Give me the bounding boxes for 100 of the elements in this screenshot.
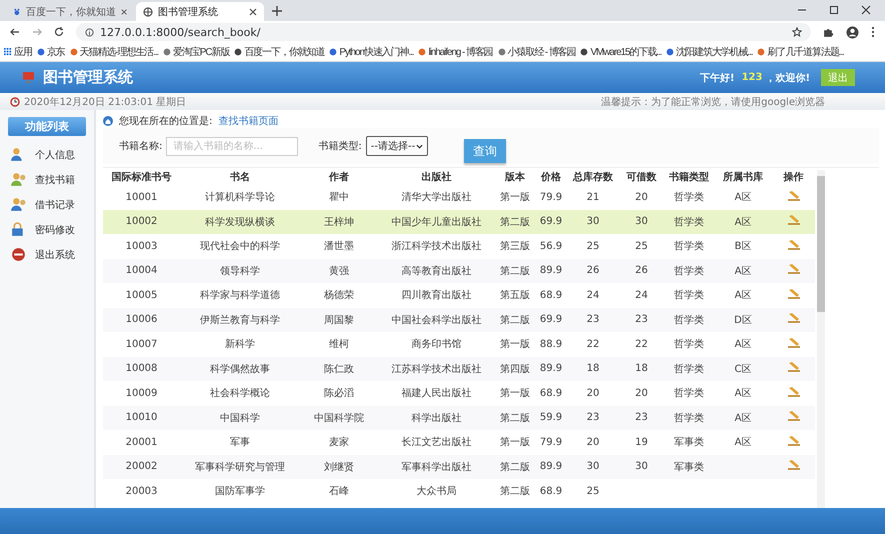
- browser-tab[interactable]: 图书管理系统: [136, 2, 264, 21]
- back-icon[interactable]: [10, 27, 20, 37]
- column-header: 价格: [540, 170, 562, 184]
- table-cell: 麦家: [329, 437, 349, 448]
- bookmark[interactable]: Python快速入门神...: [329, 45, 414, 59]
- sidebar-item[interactable]: 查找书籍: [0, 167, 94, 192]
- breadcrumb-label: 您现在所在的位置是:: [119, 114, 212, 128]
- datetime-text: 2020年12月20日 21:03:01 星期日: [24, 96, 186, 108]
- table-cell: A区: [734, 192, 752, 204]
- table-cell: 高等教育出版社: [402, 266, 472, 277]
- forward-icon[interactable]: [32, 27, 42, 37]
- reload-icon[interactable]: [54, 27, 64, 37]
- table-cell: 21: [586, 192, 600, 203]
- bookmark[interactable]: linhaifeng - 博客园: [418, 45, 493, 59]
- table-cell: A区: [734, 266, 752, 277]
- account-icon[interactable]: [846, 26, 859, 38]
- pencil-icon[interactable]: [786, 361, 800, 374]
- bookmark[interactable]: 刷了几千道算法题...: [757, 45, 844, 59]
- table-cell: 89.9: [540, 265, 562, 276]
- table-cell: 第二版: [500, 314, 530, 326]
- browser-tab[interactable]: 百度一下，你就知道: [6, 2, 134, 21]
- bookmark[interactable]: 天猫精选-理想生活...: [70, 45, 158, 59]
- table-cell: 哲学类: [674, 388, 704, 400]
- close-icon[interactable]: [861, 5, 871, 15]
- table-cell: 哲学类: [674, 216, 704, 228]
- sidebar-item[interactable]: 退出系统: [0, 242, 94, 267]
- pencil-icon[interactable]: [786, 312, 800, 324]
- table-cell: 哲学类: [674, 339, 704, 350]
- table-row[interactable]: 10006 伊斯兰教育与科学 周国黎 中国社会科学出版社 第二版 69.9 23 23 哲学类 D区: [103, 308, 815, 332]
- table-cell: 第一版: [500, 339, 530, 350]
- menu-icon[interactable]: [871, 26, 875, 38]
- paw-icon: [13, 6, 21, 16]
- bookmark[interactable]: 百度一下，你就知道: [234, 45, 324, 59]
- table-cell: 国防军事学: [215, 486, 265, 498]
- table-row[interactable]: 10009 社会科学概论 陈必滔 福建人民出版社 第一版 68.9 20 20 哲学类 A区: [103, 381, 815, 406]
- table-cell: 25: [586, 486, 600, 497]
- new-tab-icon[interactable]: [272, 6, 282, 16]
- column-header: 国际标准书号: [110, 170, 172, 184]
- pencil-icon[interactable]: [786, 459, 800, 472]
- table-cell: 军事科学研究与管理: [195, 462, 285, 473]
- bookmark[interactable]: VMware15的下载...: [580, 45, 662, 59]
- pencil-icon[interactable]: [786, 263, 800, 276]
- close-icon[interactable]: [120, 8, 127, 16]
- table-cell: 军事类: [674, 437, 704, 448]
- pencil-icon[interactable]: [786, 214, 800, 226]
- pencil-icon[interactable]: [786, 386, 800, 398]
- sidebar-item[interactable]: 个人信息: [0, 142, 94, 167]
- table-cell: 89.9: [540, 363, 562, 374]
- table-cell: 第四版: [500, 364, 530, 375]
- table-cell: 23: [635, 412, 648, 424]
- breadcrumb-link[interactable]: 查找书籍页面: [218, 114, 278, 128]
- table-row[interactable]: 20003 国防军事学 石峰 大众书局 第二版 68.9 25: [103, 479, 815, 504]
- table-cell: 中国社会科学出版社: [392, 314, 482, 326]
- table-cell: B区: [734, 241, 752, 252]
- pencil-icon[interactable]: [786, 190, 800, 202]
- table-cell: 哲学类: [674, 412, 704, 424]
- welcome-text: ，欢迎你!: [765, 71, 810, 84]
- sidebar-item[interactable]: 借书记录: [0, 192, 94, 217]
- pencil-icon[interactable]: [786, 434, 800, 447]
- pencil-icon[interactable]: [786, 288, 800, 300]
- pencil-icon[interactable]: [786, 238, 800, 251]
- sidebar-item[interactable]: 密码修改: [0, 217, 94, 242]
- column-header: 操作: [782, 170, 804, 184]
- book-type-dropdown[interactable]: --请选择--: [366, 136, 428, 156]
- bookmark[interactable]: 爱淘宝PC新版: [163, 45, 230, 59]
- table-cell: 长江文艺出版社: [402, 437, 472, 448]
- bookmark[interactable]: 小猿取经 - 博客园: [498, 45, 576, 59]
- table-cell: 科学发现纵横谈: [205, 216, 275, 228]
- table-cell: 科学家与科学道德: [200, 290, 280, 302]
- table-row[interactable]: 10001 计算机科学导论 瞿中 清华大学出版社 第一版 79.9 21 20 哲学类 A区: [103, 185, 815, 210]
- table-row[interactable]: 10007 新科学 维柯 商务印书馆 第一版 88.9 22 22 哲学类 A区: [103, 332, 815, 356]
- book-name-field[interactable]: 请输入书籍的名称...: [166, 136, 298, 156]
- table-cell: 10003: [126, 240, 158, 252]
- bookmark[interactable]: 京东: [36, 45, 65, 59]
- star-icon[interactable]: [792, 27, 802, 37]
- pencil-icon[interactable]: [786, 336, 800, 349]
- table-cell: 10006: [126, 314, 158, 326]
- table-row[interactable]: 10004 领导科学 黄强 高等教育出版社 第二版 89.9 26 26 哲学类 A区: [103, 258, 815, 283]
- table-row[interactable]: 10005 科学家与科学道德 杨德荣 四川教育出版社 第五版 68.9 24 24 哲学类 A区: [103, 283, 815, 308]
- greeting-text: 下午好!: [700, 72, 735, 84]
- scrollbar[interactable]: [817, 170, 825, 508]
- close-icon[interactable]: [249, 8, 257, 16]
- puzzle-icon[interactable]: [823, 26, 834, 38]
- bookmark[interactable]: 应用: [4, 45, 32, 59]
- pencil-icon[interactable]: [786, 410, 800, 422]
- table-cell: 10005: [126, 290, 158, 301]
- caret-icon: [416, 144, 423, 148]
- column-header: 可借数: [626, 170, 658, 184]
- table-cell: 30: [586, 216, 600, 228]
- table-row[interactable]: 20002 军事科学研究与管理 刘继贤 军事科学出版社 第二版 89.9 30 30 军事类: [103, 454, 815, 479]
- bookmark[interactable]: 沈阳建筑大学机械...: [666, 45, 752, 59]
- maximize-icon[interactable]: [829, 5, 839, 15]
- table-row[interactable]: 20001 军事 麦家 长江文艺出版社 第一版 79.9 20 19 军事类 A区: [103, 430, 815, 454]
- table-cell: 第二版: [500, 216, 530, 228]
- table-row[interactable]: 10008 科学偶然故事 陈仁政 江苏科学技术出版社 第四版 89.9 18 18 哲学类 C区: [103, 356, 815, 381]
- table-row[interactable]: 10003 现代社会中的科学 潘世墨 浙江科学技术出版社 第三版 56.9 25 25 哲学类 B区: [103, 234, 815, 258]
- table-cell: 杨德荣: [324, 290, 354, 302]
- address-bar[interactable]: 127.0.0.1:8000/search_book/: [76, 23, 811, 41]
- home-icon: [103, 116, 113, 126]
- table-row[interactable]: 10010 中国科学 中国科学院 科学出版社 第二版 59.9 23 23 哲学类 A区: [103, 406, 815, 430]
